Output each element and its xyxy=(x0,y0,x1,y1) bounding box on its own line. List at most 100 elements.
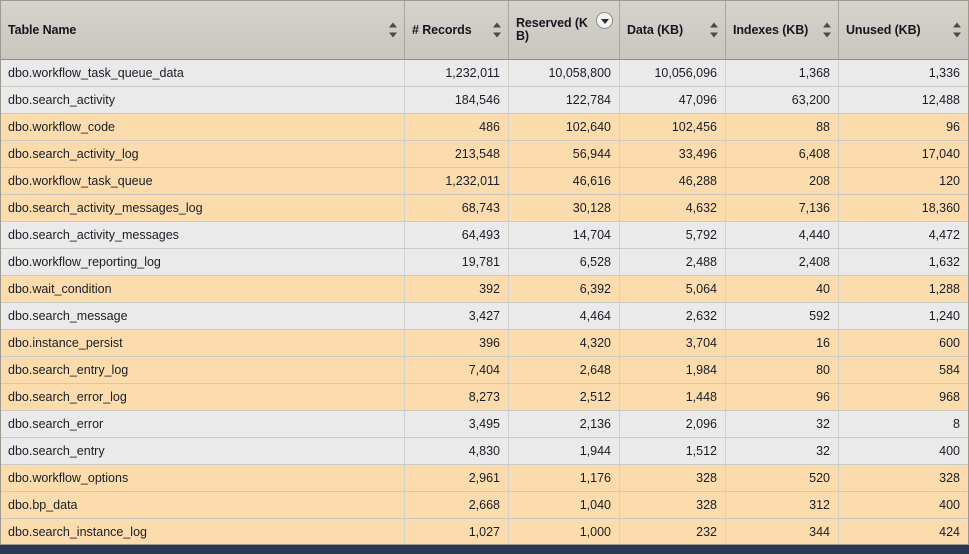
table-row[interactable]: dbo.search_activity184,546122,78447,0966… xyxy=(1,87,968,114)
cell-table_name: dbo.wait_condition xyxy=(1,276,405,302)
cell-data: 2,096 xyxy=(620,411,726,437)
cell-records: 213,548 xyxy=(405,141,509,167)
cell-reserved: 46,616 xyxy=(509,168,620,194)
cell-reserved: 6,392 xyxy=(509,276,620,302)
cell-data: 5,792 xyxy=(620,222,726,248)
cell-reserved: 2,648 xyxy=(509,357,620,383)
cell-reserved: 4,464 xyxy=(509,303,620,329)
cell-unused: 600 xyxy=(839,330,968,356)
table-row[interactable]: dbo.instance_persist3964,3203,70416600 xyxy=(1,330,968,357)
data-grid: Table Name # Records Reserved (KB) Data … xyxy=(0,0,969,545)
column-header-records[interactable]: # Records xyxy=(405,1,509,59)
cell-unused: 328 xyxy=(839,465,968,491)
cell-indexes: 32 xyxy=(726,438,839,464)
table-row[interactable]: dbo.search_entry_log7,4042,6481,98480584 xyxy=(1,357,968,384)
table-row[interactable]: dbo.bp_data2,6681,040328312400 xyxy=(1,492,968,519)
cell-unused: 17,040 xyxy=(839,141,968,167)
column-header-indexes[interactable]: Indexes (KB) xyxy=(726,1,839,59)
cell-reserved: 102,640 xyxy=(509,114,620,140)
cell-unused: 8 xyxy=(839,411,968,437)
table-row[interactable]: dbo.workflow_options2,9611,176328520328 xyxy=(1,465,968,492)
table-row[interactable]: dbo.search_activity_log213,54856,94433,4… xyxy=(1,141,968,168)
cell-records: 184,546 xyxy=(405,87,509,113)
column-header-label: Table Name xyxy=(8,24,94,37)
column-header-label: # Records xyxy=(412,24,490,37)
cell-table_name: dbo.search_message xyxy=(1,303,405,329)
cell-indexes: 63,200 xyxy=(726,87,839,113)
cell-table_name: dbo.search_entry xyxy=(1,438,405,464)
cell-table_name: dbo.search_activity_messages xyxy=(1,222,405,248)
cell-records: 2,668 xyxy=(405,492,509,518)
column-header-reserved[interactable]: Reserved (KB) xyxy=(509,1,620,59)
cell-indexes: 6,408 xyxy=(726,141,839,167)
table-row[interactable]: dbo.search_activity_messages64,49314,704… xyxy=(1,222,968,249)
cell-indexes: 80 xyxy=(726,357,839,383)
sort-descending-icon[interactable] xyxy=(596,12,613,29)
table-row[interactable]: dbo.search_entry4,8301,9441,51232400 xyxy=(1,438,968,465)
cell-indexes: 344 xyxy=(726,519,839,545)
sort-toggle-icon[interactable] xyxy=(388,23,397,38)
cell-data: 3,704 xyxy=(620,330,726,356)
cell-reserved: 4,320 xyxy=(509,330,620,356)
cell-data: 47,096 xyxy=(620,87,726,113)
table-header-row: Table Name # Records Reserved (KB) Data … xyxy=(1,1,968,60)
cell-reserved: 6,528 xyxy=(509,249,620,275)
cell-reserved: 56,944 xyxy=(509,141,620,167)
sort-toggle-icon[interactable] xyxy=(709,23,718,38)
table-row[interactable]: dbo.search_message3,4274,4642,6325921,24… xyxy=(1,303,968,330)
cell-reserved: 10,058,800 xyxy=(509,60,620,86)
cell-data: 4,632 xyxy=(620,195,726,221)
table-row[interactable]: dbo.workflow_task_queue_data1,232,01110,… xyxy=(1,60,968,87)
table-body: dbo.workflow_task_queue_data1,232,01110,… xyxy=(1,60,968,545)
cell-unused: 4,472 xyxy=(839,222,968,248)
cell-records: 1,232,011 xyxy=(405,168,509,194)
column-header-table-name[interactable]: Table Name xyxy=(1,1,405,59)
cell-records: 1,027 xyxy=(405,519,509,545)
cell-unused: 12,488 xyxy=(839,87,968,113)
cell-records: 19,781 xyxy=(405,249,509,275)
cell-table_name: dbo.workflow_options xyxy=(1,465,405,491)
column-header-unused[interactable]: Unused (KB) xyxy=(839,1,968,59)
table-size-report-screen: Table Name # Records Reserved (KB) Data … xyxy=(0,0,969,554)
table-row[interactable]: dbo.workflow_reporting_log19,7816,5282,4… xyxy=(1,249,968,276)
cell-reserved: 14,704 xyxy=(509,222,620,248)
window-bottom-bar xyxy=(0,545,969,554)
cell-indexes: 32 xyxy=(726,411,839,437)
cell-reserved: 2,136 xyxy=(509,411,620,437)
cell-unused: 18,360 xyxy=(839,195,968,221)
cell-indexes: 16 xyxy=(726,330,839,356)
cell-records: 68,743 xyxy=(405,195,509,221)
cell-records: 64,493 xyxy=(405,222,509,248)
column-header-data[interactable]: Data (KB) xyxy=(620,1,726,59)
table-row[interactable]: dbo.workflow_code486102,640102,4568896 xyxy=(1,114,968,141)
cell-data: 102,456 xyxy=(620,114,726,140)
cell-table_name: dbo.instance_persist xyxy=(1,330,405,356)
cell-indexes: 312 xyxy=(726,492,839,518)
cell-records: 396 xyxy=(405,330,509,356)
cell-unused: 400 xyxy=(839,492,968,518)
cell-unused: 400 xyxy=(839,438,968,464)
cell-indexes: 4,440 xyxy=(726,222,839,248)
cell-records: 2,961 xyxy=(405,465,509,491)
table-row[interactable]: dbo.search_error3,4952,1362,096328 xyxy=(1,411,968,438)
cell-reserved: 1,000 xyxy=(509,519,620,545)
cell-unused: 1,336 xyxy=(839,60,968,86)
sort-toggle-icon[interactable] xyxy=(822,23,831,38)
table-row[interactable]: dbo.wait_condition3926,3925,064401,288 xyxy=(1,276,968,303)
cell-indexes: 40 xyxy=(726,276,839,302)
cell-data: 328 xyxy=(620,465,726,491)
sort-toggle-icon[interactable] xyxy=(492,23,501,38)
table-row[interactable]: dbo.search_activity_messages_log68,74330… xyxy=(1,195,968,222)
table-row[interactable]: dbo.search_error_log8,2732,5121,44896968 xyxy=(1,384,968,411)
sort-toggle-icon[interactable] xyxy=(952,23,961,38)
cell-table_name: dbo.search_instance_log xyxy=(1,519,405,545)
cell-data: 2,488 xyxy=(620,249,726,275)
cell-data: 232 xyxy=(620,519,726,545)
cell-records: 8,273 xyxy=(405,384,509,410)
table-row[interactable]: dbo.workflow_task_queue1,232,01146,61646… xyxy=(1,168,968,195)
cell-data: 2,632 xyxy=(620,303,726,329)
cell-reserved: 1,944 xyxy=(509,438,620,464)
cell-indexes: 1,368 xyxy=(726,60,839,86)
table-row[interactable]: dbo.search_instance_log1,0271,0002323444… xyxy=(1,519,968,545)
cell-indexes: 592 xyxy=(726,303,839,329)
